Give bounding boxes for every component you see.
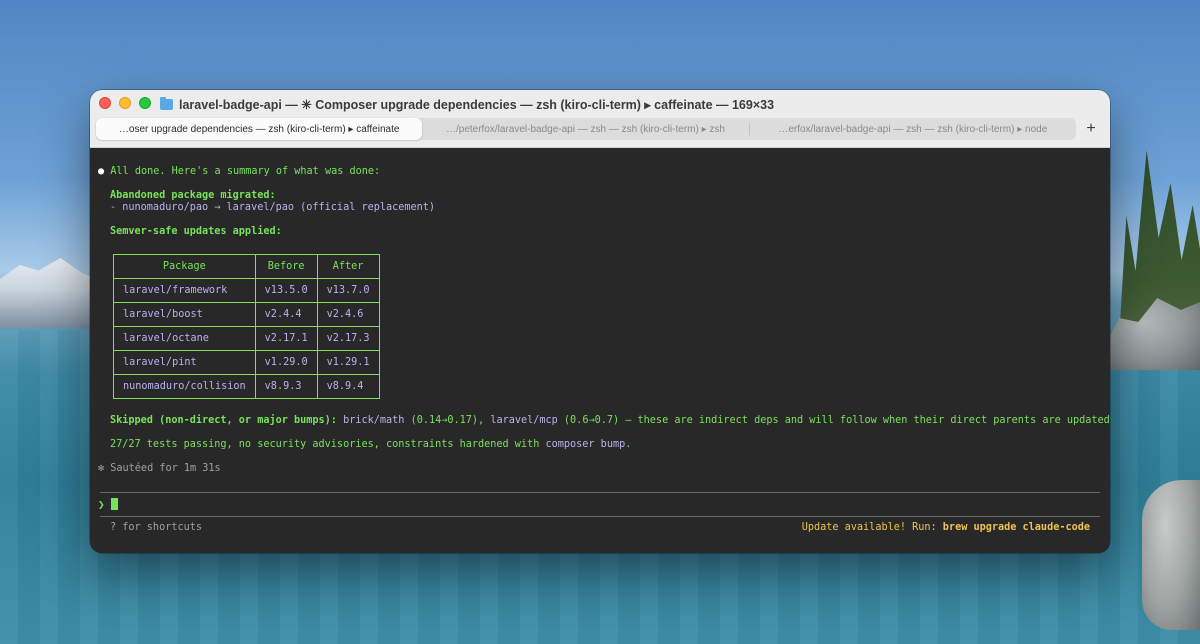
- window-title-text: laravel-badge-api — ✳ Composer upgrade d…: [179, 97, 775, 112]
- tab-composer-upgrade[interactable]: …oser upgrade dependencies — zsh (kiro-c…: [96, 118, 423, 140]
- cell-package: laravel/octane: [113, 326, 256, 351]
- column-header-before: Before: [254, 254, 318, 279]
- bullet-icon: ●: [98, 166, 105, 177]
- cell-before: v8.9.3: [254, 374, 318, 399]
- cell-before: v1.29.0: [254, 350, 318, 375]
- cell-package: laravel/pint: [113, 350, 256, 375]
- skipped-package: brick/math: [343, 415, 405, 426]
- tests-text: 27/27 tests passing, no security advisor…: [110, 439, 540, 450]
- updates-table: Package Before After laravel/framework v…: [113, 254, 380, 399]
- table-row: nunomaduro/collision v8.9.3 v8.9.4: [113, 374, 380, 399]
- cell-package: nunomaduro/collision: [113, 374, 256, 399]
- skipped-version: (0.14→0.17),: [410, 415, 485, 426]
- cell-after: v2.4.6: [316, 302, 380, 327]
- cell-before: v2.17.1: [254, 326, 318, 351]
- boulder: [1142, 480, 1200, 630]
- skipped-note: — these are indirect deps and will follo…: [625, 415, 1110, 426]
- text-cursor: [110, 498, 118, 510]
- abandoned-item: - nunomaduro/pao → laravel/pao (official…: [110, 202, 436, 213]
- update-notice: Update available! Run: brew upgrade clau…: [802, 522, 1090, 533]
- window-controls: [99, 97, 151, 109]
- table-row: laravel/framework v13.5.0 v13.7.0: [113, 278, 380, 303]
- minimize-button[interactable]: [119, 97, 131, 109]
- tests-end: .: [625, 439, 632, 450]
- cell-after: v8.9.4: [316, 374, 380, 399]
- sauteed-status: ✻ Sautéed for 1m 31s: [98, 463, 221, 474]
- cell-after: v13.7.0: [316, 278, 380, 303]
- prompt-bottom-divider: [100, 516, 1100, 517]
- table-header-row: Package Before After: [113, 254, 380, 279]
- abandoned-heading: Abandoned package migrated:: [110, 190, 276, 201]
- prompt-top-divider: [100, 492, 1100, 493]
- skipped-version: (0.6→0.7): [563, 415, 620, 426]
- tab-label: …/peterfox/laravel-badge-api — zsh — zsh…: [445, 123, 725, 135]
- summary-line: ● All done. Here's a summary of what was…: [98, 166, 380, 178]
- prompt-chevron-icon: ❯: [98, 498, 105, 511]
- tests-line: 27/27 tests passing, no security advisor…: [110, 439, 631, 451]
- cell-after: v1.29.1: [316, 350, 380, 375]
- cell-before: v13.5.0: [254, 278, 318, 303]
- table-row: laravel/pint v1.29.0 v1.29.1: [113, 350, 380, 375]
- tab-bar: …oser upgrade dependencies — zsh (kiro-c…: [96, 118, 1076, 140]
- cell-package: laravel/boost: [113, 302, 256, 327]
- window-title: laravel-badge-api — ✳ Composer upgrade d…: [160, 96, 774, 112]
- titlebar[interactable]: laravel-badge-api — ✳ Composer upgrade d…: [90, 90, 1110, 148]
- table-row: laravel/octane v2.17.1 v2.17.3: [113, 326, 380, 351]
- close-button[interactable]: [99, 97, 111, 109]
- terminal-window: laravel-badge-api — ✳ Composer upgrade d…: [90, 90, 1110, 553]
- tab-node[interactable]: …erfox/laravel-badge-api — zsh — zsh (ki…: [750, 118, 1076, 140]
- shortcuts-hint: ? for shortcuts: [110, 522, 203, 533]
- tab-label: …erfox/laravel-badge-api — zsh — zsh (ki…: [778, 123, 1048, 135]
- done-text: All done. Here's a summary of what was d…: [110, 166, 381, 177]
- tab-zsh[interactable]: …/peterfox/laravel-badge-api — zsh — zsh…: [422, 118, 748, 140]
- skipped-label: Skipped (non-direct, or major bumps):: [110, 415, 337, 426]
- column-header-package: Package: [113, 254, 256, 279]
- column-header-after: After: [316, 254, 380, 279]
- cell-package: laravel/framework: [113, 278, 256, 303]
- skipped-line: Skipped (non-direct, or major bumps): br…: [110, 415, 1110, 427]
- tab-label: …oser upgrade dependencies — zsh (kiro-c…: [118, 123, 400, 135]
- tests-command: composer bump: [545, 439, 626, 450]
- semver-heading: Semver-safe updates applied:: [110, 226, 282, 237]
- table-row: laravel/boost v2.4.4 v2.4.6: [113, 302, 380, 327]
- cell-before: v2.4.4: [254, 302, 318, 327]
- prompt-line[interactable]: ❯: [98, 498, 118, 511]
- new-tab-button[interactable]: +: [1082, 120, 1100, 138]
- skipped-package: laravel/mcp: [490, 415, 558, 426]
- zoom-button[interactable]: [139, 97, 151, 109]
- folder-icon: [160, 96, 173, 110]
- update-command: brew upgrade claude-code: [942, 522, 1090, 533]
- update-text: Update available! Run:: [801, 522, 943, 533]
- cell-after: v2.17.3: [316, 326, 380, 351]
